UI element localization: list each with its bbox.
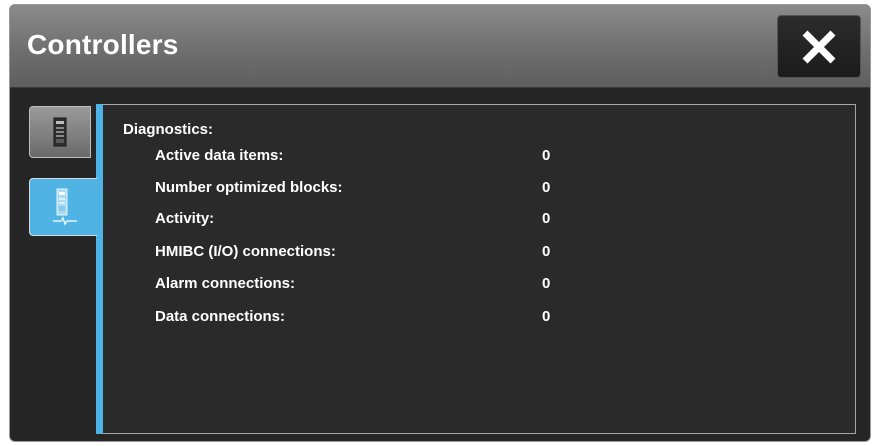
stat-value: 0 <box>542 179 551 196</box>
dialog-body: Diagnostics: Active data items: 0 Number… <box>10 88 870 441</box>
stat-value: 0 <box>542 243 551 260</box>
stat-value: 0 <box>542 308 551 325</box>
stat-row-alarm-connections: Alarm connections: 0 <box>155 275 655 295</box>
dialog-title: Controllers <box>27 29 179 60</box>
stat-row-number-optimized-blocks: Number optimized blocks: 0 <box>155 179 655 199</box>
stat-label: Number optimized blocks: <box>155 179 343 196</box>
diagnostics-heading: Diagnostics: <box>123 121 214 138</box>
stat-label: Active data items: <box>155 147 284 164</box>
stat-label: Alarm connections: <box>155 275 296 292</box>
stat-label: Activity: <box>155 210 215 227</box>
stat-value: 0 <box>542 275 551 292</box>
stat-label: Data connections: <box>155 308 286 325</box>
stat-label: HMIBC (I/O) connections: <box>155 243 336 260</box>
selected-tab-accent <box>96 104 103 434</box>
stat-row-activity: Activity: 0 <box>155 210 655 230</box>
stat-row-hmibc-io-connections: HMIBC (I/O) connections: 0 <box>155 243 655 263</box>
diagnostics-panel: Diagnostics: Active data items: 0 Number… <box>103 104 856 434</box>
title-bar: Controllers <box>10 5 870 88</box>
close-x-icon <box>802 30 836 63</box>
close-button[interactable] <box>777 15 861 78</box>
stat-row-active-data-items: Active data items: 0 <box>155 147 655 167</box>
stat-value: 0 <box>542 210 551 227</box>
tab-diagnostics[interactable] <box>29 178 97 236</box>
stat-value: 0 <box>542 147 551 164</box>
controller-device-icon <box>53 117 67 147</box>
controllers-dialog: Controllers Diagnostics: Active data ite… <box>9 4 871 442</box>
controller-diagnostics-icon <box>52 188 77 226</box>
tab-controllers[interactable] <box>29 106 91 158</box>
stat-row-data-connections: Data connections: 0 <box>155 308 655 328</box>
